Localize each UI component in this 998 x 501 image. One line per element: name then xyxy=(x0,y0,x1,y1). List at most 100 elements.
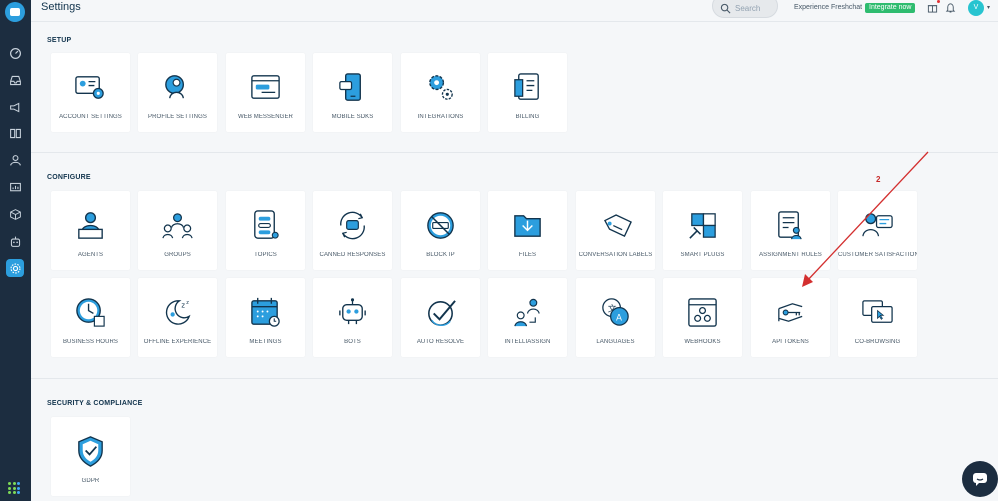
meetings-icon xyxy=(251,297,280,327)
integrations-icon xyxy=(429,75,453,100)
tile-block-ip[interactable]: BLOCK IP xyxy=(401,191,480,270)
tile-label: OFFLINE EXPERIENCE xyxy=(143,339,212,345)
reports-icon[interactable] xyxy=(6,178,24,196)
svg-text:z: z xyxy=(186,300,189,306)
tile-profile-settings[interactable]: PROFILE SETTINGS xyxy=(138,53,217,132)
search-input[interactable]: Search xyxy=(735,4,760,13)
tile-topics[interactable]: TOPICS xyxy=(226,191,305,270)
languages-icon: 文A xyxy=(602,298,629,326)
tile-groups[interactable]: GROUPS xyxy=(138,191,217,270)
tile-label: CANNED RESPONSES xyxy=(319,252,386,258)
section-title-setup: SETUP xyxy=(47,37,72,44)
tile-label: BLOCK IP xyxy=(426,252,455,258)
tile-label: INTELLIASSIGN xyxy=(504,339,551,345)
tile-files[interactable]: FILES xyxy=(488,191,567,270)
tile-label: BOTS xyxy=(344,339,361,345)
tile-label: BILLING xyxy=(515,114,540,120)
groups-icon xyxy=(162,213,193,239)
tile-label: INTEGRATIONS xyxy=(417,114,464,120)
tile-conversation-labels[interactable]: CONVERSATION LABELS xyxy=(576,191,655,270)
marketplace-icon[interactable] xyxy=(6,205,24,223)
tile-account-settings[interactable]: ACCOUNT SETTINGS xyxy=(51,53,130,132)
tile-label: CONVERSATION LABELS xyxy=(578,252,653,258)
section-title-security: SECURITY & COMPLIANCE xyxy=(47,400,143,407)
svg-text:A: A xyxy=(616,313,622,323)
gdpr-icon xyxy=(78,436,103,467)
section-title-configure: CONFIGURE xyxy=(47,174,91,181)
tile-label: AUTO RESOLVE xyxy=(416,339,465,345)
agents-icon xyxy=(78,212,103,239)
tile-offline-experience[interactable]: zz OFFLINE EXPERIENCE xyxy=(138,278,217,357)
knowledge-base-icon[interactable] xyxy=(6,124,24,142)
campaigns-icon[interactable] xyxy=(6,98,24,116)
tile-label: AGENTS xyxy=(77,252,104,258)
billing-icon xyxy=(514,73,539,100)
gift-icon[interactable] xyxy=(927,2,938,13)
dashboard-icon[interactable] xyxy=(6,44,24,62)
svg-text:z: z xyxy=(181,302,185,310)
tile-web-messenger[interactable]: WEB MESSENGER xyxy=(226,53,305,132)
apps-grid-icon[interactable] xyxy=(8,482,20,494)
tile-intelliassign[interactable]: INTELLIASSIGN xyxy=(488,278,567,357)
block-ip-icon xyxy=(427,212,454,239)
integrate-now-button[interactable]: Integrate now xyxy=(865,3,916,13)
tile-label: LANGUAGES xyxy=(596,339,635,345)
co-browsing-icon xyxy=(862,300,893,323)
section-divider xyxy=(31,378,998,379)
tile-webhooks[interactable]: WEBHOOKS xyxy=(663,278,742,357)
tile-business-hours[interactable]: BUSINESS HOURS xyxy=(51,278,130,357)
freshchat-logo-icon[interactable] xyxy=(5,2,25,22)
business-hours-icon xyxy=(76,298,105,327)
tile-label: ACCOUNT SETTINGS xyxy=(59,114,122,120)
intelliassign-icon xyxy=(514,298,540,327)
account-settings-icon xyxy=(75,76,104,99)
tile-label: TOPICS xyxy=(254,252,277,258)
notification-dot xyxy=(937,0,940,3)
canned-responses-icon xyxy=(340,211,365,240)
tile-billing[interactable]: BILLING xyxy=(488,53,567,132)
tile-integrations[interactable]: INTEGRATIONS xyxy=(401,53,480,132)
chat-widget-button[interactable] xyxy=(962,461,998,497)
webhooks-icon xyxy=(688,298,717,327)
tile-gdpr[interactable]: GDPR xyxy=(51,417,130,496)
tile-label: PROFILE SETTINGS xyxy=(148,114,207,120)
search-icon xyxy=(720,3,731,14)
tile-bots[interactable]: BOTS xyxy=(313,278,392,357)
tile-label: MOBILE SDKS xyxy=(331,114,374,120)
tile-auto-resolve[interactable]: AUTO RESOLVE xyxy=(401,278,480,357)
inbox-icon[interactable] xyxy=(6,71,24,89)
tile-meetings[interactable]: MEETINGS xyxy=(226,278,305,357)
tile-mobile-sdks[interactable]: MOBILE SDKS xyxy=(313,53,392,132)
chat-bubble-icon xyxy=(973,473,987,486)
settings-gear-icon[interactable] xyxy=(6,259,24,277)
tile-label: FILES xyxy=(518,252,537,258)
files-icon xyxy=(514,215,541,237)
mobile-sdks-icon xyxy=(339,73,361,101)
chevron-down-icon[interactable]: ▾ xyxy=(987,4,990,11)
api-tokens-icon xyxy=(778,303,803,322)
tile-label: SMART PLUGS xyxy=(680,252,725,258)
auto-resolve-icon xyxy=(428,300,456,326)
user-avatar[interactable]: V xyxy=(968,0,984,16)
annotation-arrow-icon xyxy=(802,151,929,287)
tile-label: MEETINGS xyxy=(249,339,282,345)
tile-label: BUSINESS HOURS xyxy=(62,339,119,345)
page-title: Settings xyxy=(41,1,81,13)
tile-agents[interactable]: AGENTS xyxy=(51,191,130,270)
topics-icon xyxy=(254,210,279,239)
sidebar xyxy=(0,0,31,501)
tile-smart-plugs[interactable]: SMART PLUGS xyxy=(663,191,742,270)
bots-nav-icon[interactable] xyxy=(6,232,24,250)
tile-label: GROUPS xyxy=(164,252,191,258)
tile-languages[interactable]: 文A LANGUAGES xyxy=(576,278,655,357)
search-box[interactable]: Search xyxy=(712,0,778,18)
tile-canned-responses[interactable]: CANNED RESPONSES xyxy=(313,191,392,270)
tile-label: WEBHOOKS xyxy=(684,339,721,345)
tile-label: WEB MESSENGER xyxy=(238,114,293,120)
bell-icon[interactable] xyxy=(945,2,956,13)
top-header: Settings Search Experience Freshchat Int… xyxy=(31,0,998,22)
tile-label: CO-BROWSING xyxy=(854,339,901,345)
contacts-icon[interactable] xyxy=(6,151,24,169)
smart-plugs-icon xyxy=(689,213,716,239)
conversation-labels-icon xyxy=(603,214,632,238)
